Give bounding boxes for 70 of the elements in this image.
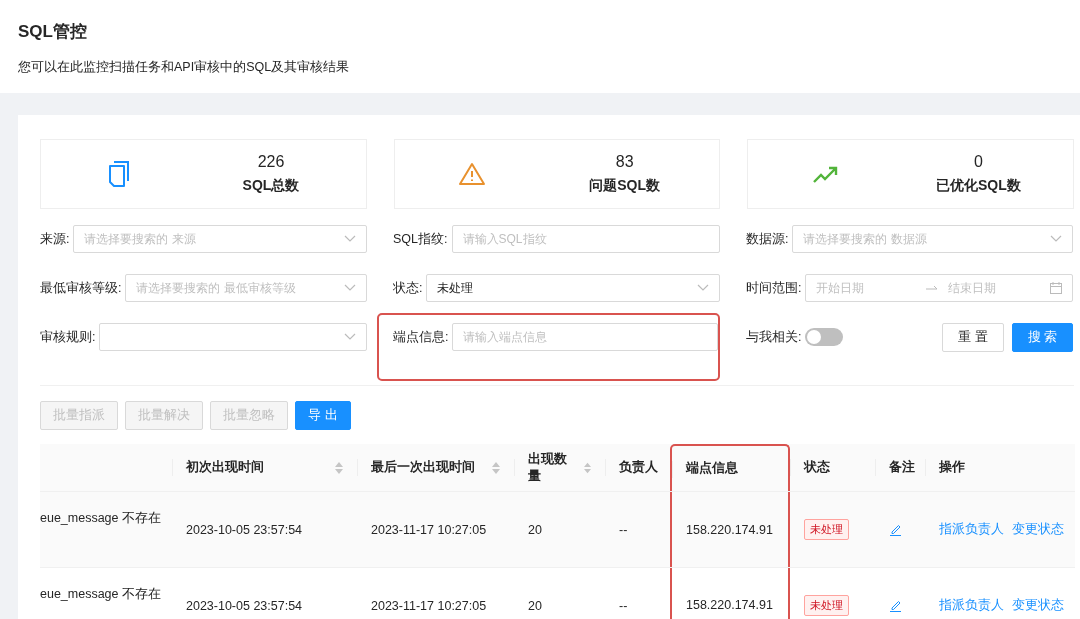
select-field[interactable]: 请选择要搜索的 最低审核等级 [125, 274, 367, 302]
action-link[interactable]: 指派负责人 [939, 597, 1004, 614]
stat-label: 已优化SQL数 [935, 177, 1021, 195]
action-link[interactable]: 变更状态 [1012, 597, 1064, 614]
input-field[interactable]: 请输入端点信息 [452, 323, 718, 351]
documents-icon [107, 161, 130, 187]
calendar-icon [1050, 282, 1062, 294]
column-header: 备注 [889, 459, 915, 476]
table-cell: eue_message 不存在 [40, 510, 161, 527]
filter-label: 审核规则: [40, 328, 96, 346]
filter-label: SQL指纹: [393, 230, 448, 248]
filter-label: 时间范围: [746, 279, 802, 297]
edit-icon[interactable] [889, 599, 902, 612]
chevron-down-icon [344, 333, 356, 341]
reset-button[interactable]: 重 置 [942, 322, 1004, 352]
sort-icon[interactable] [335, 461, 343, 474]
filter-label: 与我相关: [746, 328, 802, 346]
action-link[interactable]: 指派负责人 [939, 521, 1004, 538]
table-cell: eue_message 不存在 [40, 586, 161, 603]
chevron-down-icon [344, 284, 356, 292]
column-header: 状态 [804, 459, 830, 476]
toolbar-button[interactable]: 导 出 [295, 401, 351, 430]
edit-icon[interactable] [889, 523, 902, 536]
date-range-field[interactable]: 开始日期 结束日期 [805, 274, 1073, 302]
column-header: 负责人 [619, 459, 658, 476]
table-cell: -- [619, 522, 628, 537]
table-cell: -- [619, 598, 628, 613]
sort-icon[interactable] [492, 461, 500, 474]
column-header: 出现数量 [528, 450, 568, 485]
stat-value: 83 [615, 153, 634, 171]
search-button[interactable]: 搜 索 [1011, 322, 1073, 352]
table-cell: 20 [528, 522, 542, 537]
column-header: 最后一次出现时间 [371, 459, 475, 476]
select-field[interactable]: 请选择要搜索的 数据源 [792, 225, 1073, 253]
table-cell: 20 [528, 598, 542, 613]
page-subtitle: 您可以在此监控扫描任务和API审核中的SQL及其审核结果 [18, 59, 351, 76]
select-field[interactable]: 未处理 [426, 274, 720, 302]
toggle-switch[interactable] [805, 328, 844, 346]
warning-icon [458, 162, 487, 186]
select-field[interactable] [99, 323, 367, 351]
table-cell: 2023-10-05 23:57:54 [186, 598, 303, 613]
table-cell: 158.220.174.91 [686, 522, 773, 537]
chevron-down-icon [1050, 235, 1062, 243]
filter-label: 端点信息: [393, 328, 449, 346]
filter-label: 来源: [40, 230, 70, 248]
column-header: 端点信息 [686, 460, 738, 477]
stat-label: SQL总数 [242, 177, 300, 195]
table-cell: 2023-11-17 10:27:05 [371, 598, 487, 613]
table-cell: 158.220.174.91 [686, 597, 773, 612]
chevron-down-icon [344, 235, 356, 243]
stat-label: 问题SQL数 [589, 177, 661, 195]
chevron-down-icon [697, 284, 709, 292]
input-field[interactable]: 请输入SQL指纹 [451, 225, 720, 253]
column-header: 操作 [939, 459, 965, 476]
stat-value: 226 [257, 153, 285, 171]
status-tag: 未处理 [804, 519, 849, 540]
select-field[interactable]: 请选择要搜索的 来源 [73, 225, 367, 253]
table-cell: 2023-11-17 10:27:05 [371, 522, 487, 537]
filter-label: 状态: [393, 279, 423, 297]
page-title: SQL管控 [18, 21, 88, 43]
filter-label: 数据源: [746, 230, 789, 248]
action-link[interactable]: 变更状态 [1012, 521, 1064, 538]
status-tag: 未处理 [804, 595, 849, 616]
stat-value: 0 [973, 153, 983, 171]
column-header: 初次出现时间 [186, 459, 264, 476]
table-cell: 2023-10-05 23:57:54 [186, 522, 303, 537]
trend-up-icon [812, 165, 839, 183]
arrow-right-icon [926, 285, 939, 291]
sort-icon[interactable] [583, 461, 591, 474]
filter-label: 最低审核等级: [40, 279, 122, 297]
